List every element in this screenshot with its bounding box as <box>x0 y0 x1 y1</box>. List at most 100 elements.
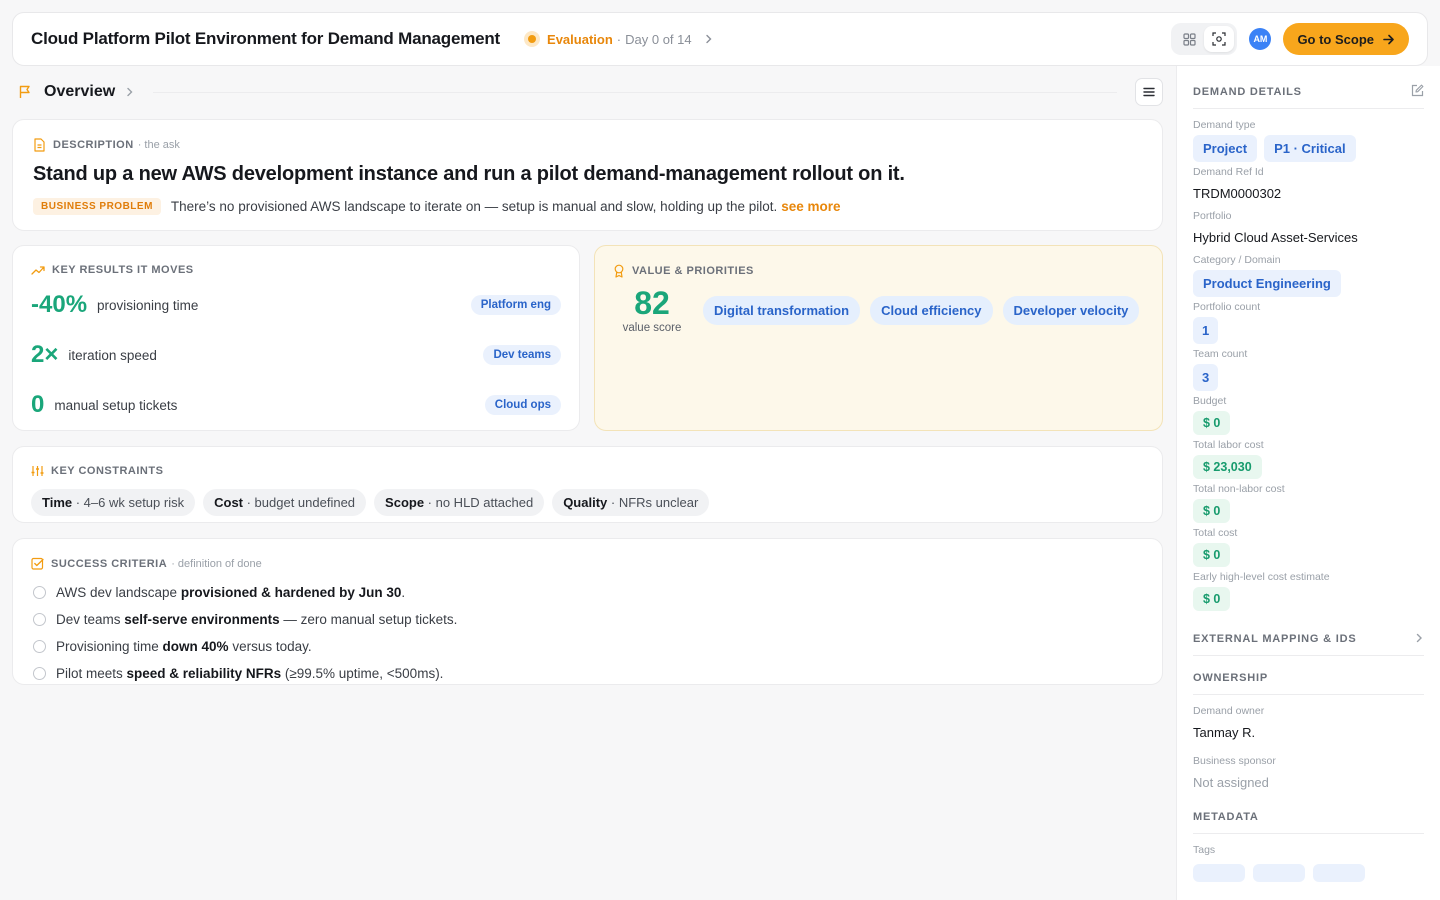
criteria-text-bold: down 40% <box>162 639 229 654</box>
budget-value: $ 0 <box>1193 411 1231 435</box>
constraint-key: Cost <box>214 495 243 510</box>
team-pill[interactable]: Platform eng <box>470 295 561 315</box>
business-problem-text: There’s no provisioned AWS landscape to … <box>170 199 778 214</box>
priority-tag[interactable]: Developer velocity <box>1002 296 1140 325</box>
priority-tag[interactable]: Digital transformation <box>703 296 861 325</box>
criteria-checkbox[interactable] <box>33 640 46 653</box>
menu-button[interactable] <box>1135 78 1163 106</box>
criteria-text-pre: Pilot meets <box>56 666 127 681</box>
results-value-row: Key results it moves -40% provisioning t… <box>12 245 1163 431</box>
tag-chip[interactable] <box>1313 864 1365 882</box>
chevron-right-icon[interactable] <box>704 31 714 47</box>
criteria-text: Provisioning time down 40% versus today. <box>56 639 312 654</box>
field-label: Demand Ref Id <box>1193 166 1264 178</box>
criteria-text-bold: provisioned & hardened by Jun 30 <box>180 585 402 600</box>
value-score-number: 82 <box>634 285 670 321</box>
checkbox-icon <box>31 557 44 570</box>
team-count-row: 3 <box>1193 364 1424 391</box>
overview-title[interactable]: Overview <box>44 83 115 101</box>
portfolio-count-row: 1 <box>1193 317 1424 344</box>
metadata-header: Metadata <box>1193 809 1424 825</box>
business-sponsor-value[interactable]: Not assigned <box>1193 769 1424 795</box>
stage-name: Evaluation <box>547 31 613 47</box>
criteria-text-post: versus today. <box>228 639 312 654</box>
constraint-key: Scope <box>385 495 425 510</box>
category-chips: Product Engineering <box>1193 270 1424 297</box>
team-count-chip: 3 <box>1193 364 1219 391</box>
key-result-text: manual setup tickets <box>54 397 178 413</box>
criteria-text-pre: AWS dev landscape <box>56 585 181 600</box>
page-title: Cloud Platform Pilot Environment for Dem… <box>31 29 501 48</box>
key-result-value: -40% <box>31 291 88 318</box>
field-label: Demand type <box>1193 119 1256 131</box>
criteria-checkbox[interactable] <box>33 586 46 599</box>
chevron-right-icon[interactable] <box>1415 633 1424 646</box>
description-label-row: Description · the ask <box>33 138 1142 152</box>
category-chip[interactable]: Product Engineering <box>1193 270 1341 297</box>
demand-type-chips: Project P1 · Critical <box>1193 135 1424 162</box>
total-cost-value: $ 0 <box>1193 543 1231 567</box>
priority-tag[interactable]: Cloud efficiency <box>870 296 993 325</box>
criteria-text-pre: Provisioning time <box>56 639 163 654</box>
focus-view-icon[interactable] <box>1204 26 1235 52</box>
early-estimate-value: $ 0 <box>1193 587 1231 611</box>
key-result-text: provisioning time <box>97 297 199 313</box>
metadata-section: Metadata Tags <box>1193 809 1424 882</box>
team-pill[interactable]: Dev teams <box>483 345 561 365</box>
grid-view-icon[interactable] <box>1174 26 1204 52</box>
key-result-text: iteration speed <box>68 347 157 363</box>
success-criteria-list: AWS dev landscape provisioned & hardened… <box>31 579 1144 687</box>
non-labor-cost-value: $ 0 <box>1193 499 1231 523</box>
value-priorities-body: 82 value score Digital transformation Cl… <box>613 284 1144 334</box>
edit-icon[interactable] <box>1411 84 1424 100</box>
divider <box>1193 833 1424 834</box>
demand-ref-id: TRDM0000302 <box>1193 185 1282 201</box>
external-mapping-section[interactable]: External mapping & IDs <box>1193 631 1424 656</box>
external-mapping-header[interactable]: External mapping & IDs <box>1193 631 1424 647</box>
field-label: Total cost <box>1193 527 1238 539</box>
divider <box>153 91 1117 93</box>
business-problem-row: BUSINESS PROBLEM There’s no provisioned … <box>33 198 1142 215</box>
metadata-title: Metadata <box>1193 811 1259 823</box>
constraint-key: Quality <box>563 495 608 510</box>
value-priorities-label-row: Value & Priorities <box>613 264 1144 278</box>
priority-chip[interactable]: P1 · Critical <box>1264 135 1356 162</box>
key-result-value: 2× <box>31 341 59 368</box>
criteria-text-bold: speed & reliability NFRs <box>126 666 282 681</box>
chevron-right-icon[interactable] <box>125 84 135 100</box>
field-label: Early high-level cost estimate <box>1193 571 1330 583</box>
go-to-scope-button[interactable]: Go to Scope <box>1283 23 1409 55</box>
stage-indicator[interactable]: Evaluation · Day 0 of 14 <box>524 31 714 47</box>
tag-chip[interactable] <box>1253 864 1305 882</box>
constraints-label-row: Key constraints <box>31 465 1144 477</box>
description-label: Description <box>53 139 134 151</box>
demand-owner-value[interactable]: Tanmay R. <box>1193 719 1424 745</box>
description-heading: Stand up a new AWS development instance … <box>33 163 905 185</box>
main-content: Overview Description · the ask Stand up … <box>12 78 1163 685</box>
success-criteria-sublabel: · definition of done <box>171 557 262 570</box>
field-label: Total non-labor cost <box>1193 483 1285 495</box>
demand-type-chip[interactable]: Project <box>1193 135 1258 162</box>
list-item: Dev teams self-serve environments — zero… <box>31 606 1144 633</box>
team-pill[interactable]: Cloud ops <box>484 395 561 415</box>
key-results-list: -40% provisioning time Platform eng 2× i… <box>31 280 561 430</box>
key-result-value: 0 <box>31 391 45 418</box>
stage-separator: · <box>616 31 622 47</box>
see-more-link[interactable]: see more <box>781 199 840 214</box>
value-score-label: value score <box>622 322 682 334</box>
key-results-card: Key results it moves -40% provisioning t… <box>12 245 580 431</box>
details-panel: Demand details Demand type Project P1 · … <box>1176 66 1440 900</box>
field-label: Total labor cost <box>1193 439 1264 451</box>
constraint-text: · no HLD attached <box>424 495 534 510</box>
criteria-checkbox[interactable] <box>33 613 46 626</box>
criteria-checkbox[interactable] <box>33 667 46 680</box>
description-card: Description · the ask Stand up a new AWS… <box>12 119 1163 231</box>
field-label: Budget <box>1193 395 1227 407</box>
value-priorities-card: Value & Priorities 82 value score Digita… <box>594 245 1163 431</box>
avatar[interactable]: AM <box>1249 28 1272 50</box>
field-label: Tags <box>1193 844 1216 856</box>
ownership-header: Ownership <box>1193 670 1424 686</box>
tag-chip[interactable] <box>1193 864 1245 882</box>
demand-details-header: Demand details <box>1193 84 1424 100</box>
sliders-icon <box>31 465 44 477</box>
